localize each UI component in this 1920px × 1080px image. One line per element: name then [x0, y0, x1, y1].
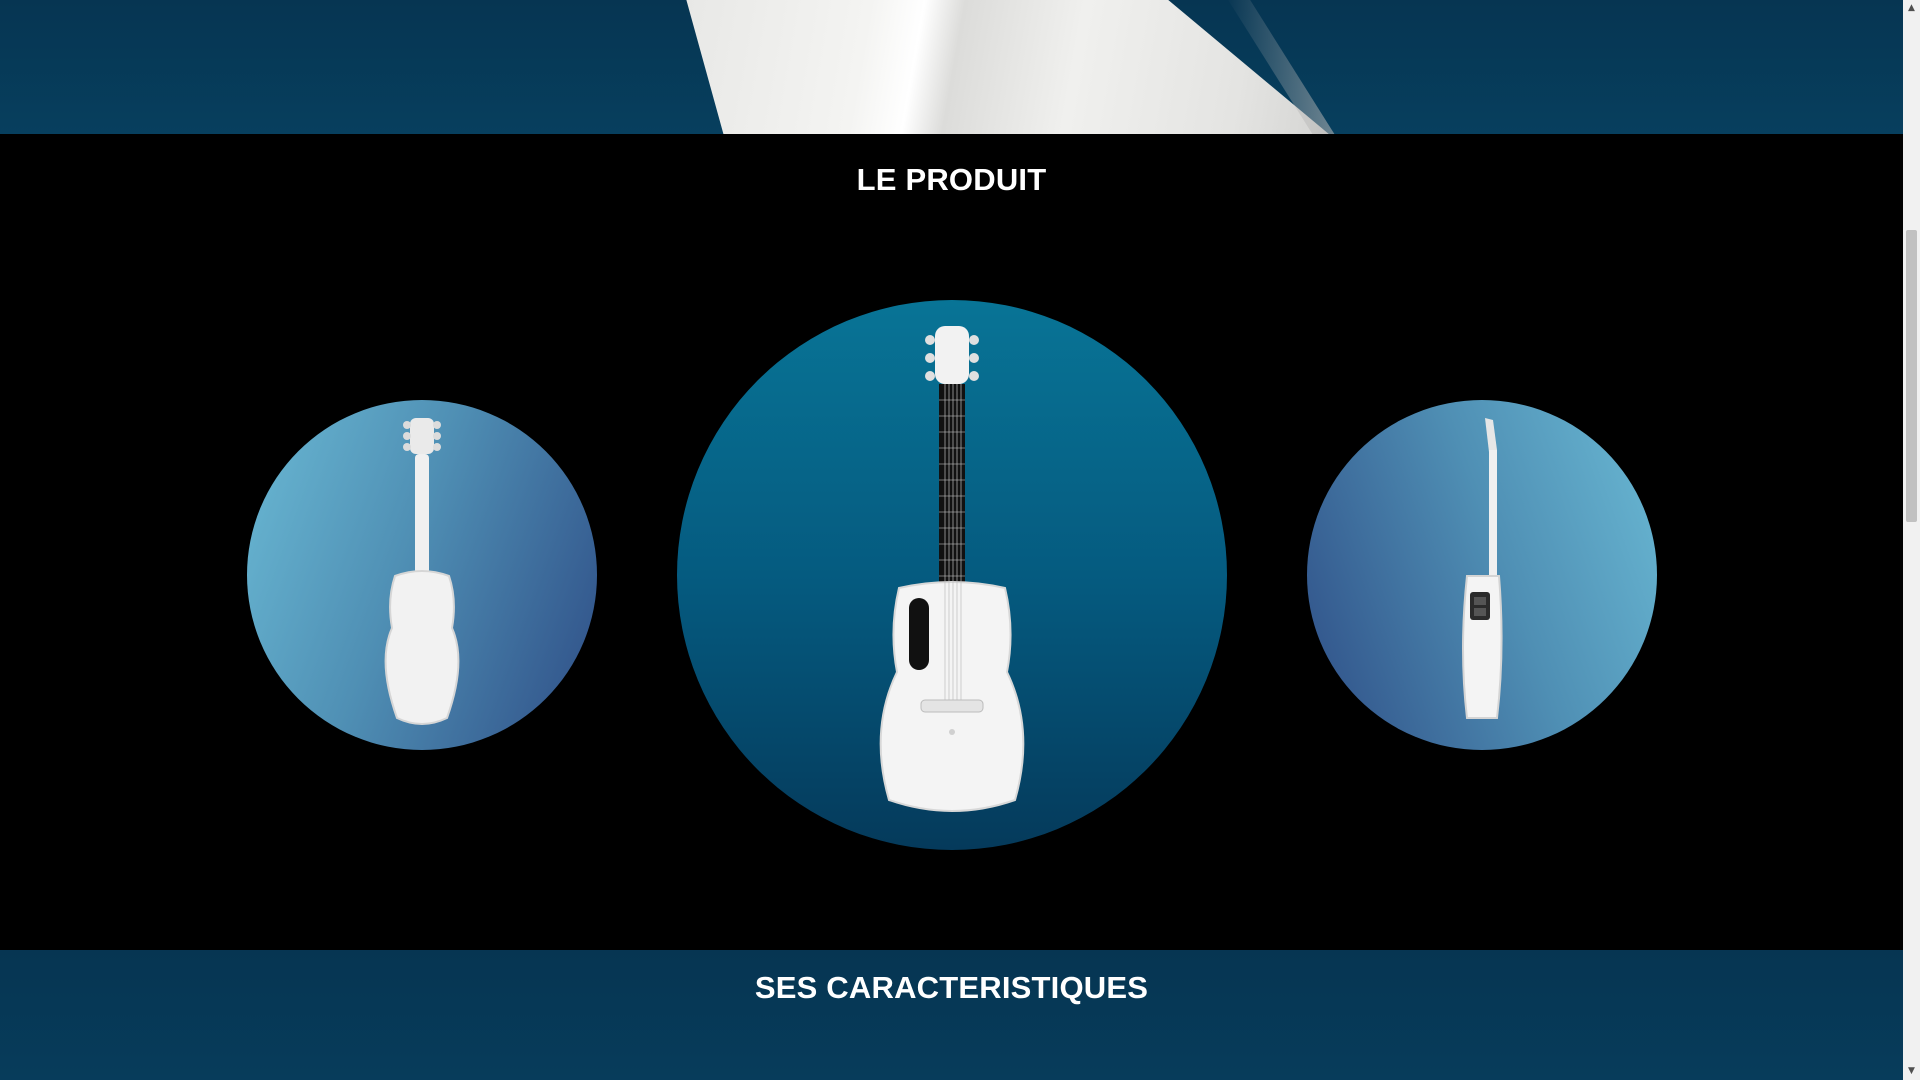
page: LE PRODUIT SES CARACTERISTIQUES	[0, 0, 1903, 1080]
scroll-down-arrow-icon[interactable]: ▼	[1903, 1063, 1920, 1080]
guitar-front-view[interactable]	[677, 300, 1227, 850]
guitar-front-image	[879, 326, 1025, 812]
section-title-features: SES CARACTERISTIQUES	[754, 970, 1149, 1005]
hero-guitar-image	[685, 0, 1330, 134]
hero-banner	[0, 0, 1903, 134]
product-section: LE PRODUIT	[0, 134, 1903, 950]
vertical-scrollbar[interactable]: ▲ ▼	[1903, 0, 1920, 1080]
scroll-up-arrow-icon[interactable]: ▲	[1903, 0, 1920, 17]
guitar-back-view[interactable]	[247, 400, 597, 750]
guitar-back-image	[384, 418, 460, 725]
features-section: SES CARACTERISTIQUES	[0, 950, 1903, 1080]
guitar-side-view[interactable]	[1307, 400, 1657, 750]
scroll-thumb[interactable]	[1906, 230, 1917, 522]
guitar-side-image	[1462, 418, 1503, 719]
section-title-product: LE PRODUIT	[856, 162, 1047, 197]
